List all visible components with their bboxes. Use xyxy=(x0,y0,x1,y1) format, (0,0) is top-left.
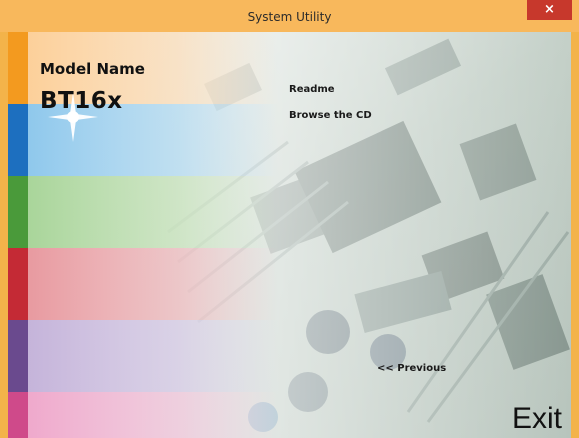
window-title: System Utility xyxy=(247,10,332,24)
stripe-purple xyxy=(8,320,28,392)
model-name-label: Model Name xyxy=(40,60,145,78)
stripe-blue xyxy=(8,104,28,176)
application-window: System Utility × Model Name BT16x Readme… xyxy=(0,0,579,438)
title-bar[interactable]: System Utility × xyxy=(0,0,579,32)
browse-cd-link[interactable]: Browse the CD xyxy=(289,110,372,121)
band-purple xyxy=(28,320,278,392)
stripe-orange xyxy=(8,32,28,104)
stripe-pink xyxy=(8,392,28,438)
band-pink xyxy=(28,392,278,438)
previous-link[interactable]: << Previous xyxy=(377,363,446,374)
model-name-value: BT16x xyxy=(40,88,123,114)
exit-button[interactable]: Exit xyxy=(512,402,562,436)
content-area: Model Name BT16x Readme Browse the CD <<… xyxy=(8,32,571,438)
stripe-green xyxy=(8,176,28,248)
readme-link[interactable]: Readme xyxy=(289,84,335,95)
stripe-red xyxy=(8,248,28,320)
band-red xyxy=(28,248,278,320)
band-green xyxy=(28,176,278,248)
close-button[interactable]: × xyxy=(527,0,572,20)
